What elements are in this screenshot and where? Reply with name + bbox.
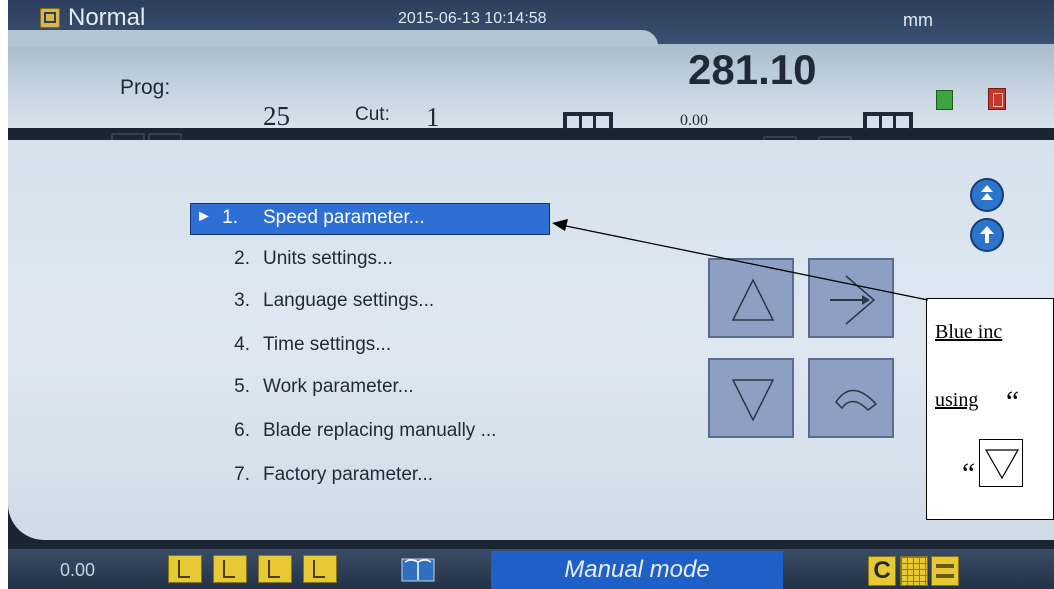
annotation-arrow	[552, 219, 929, 301]
